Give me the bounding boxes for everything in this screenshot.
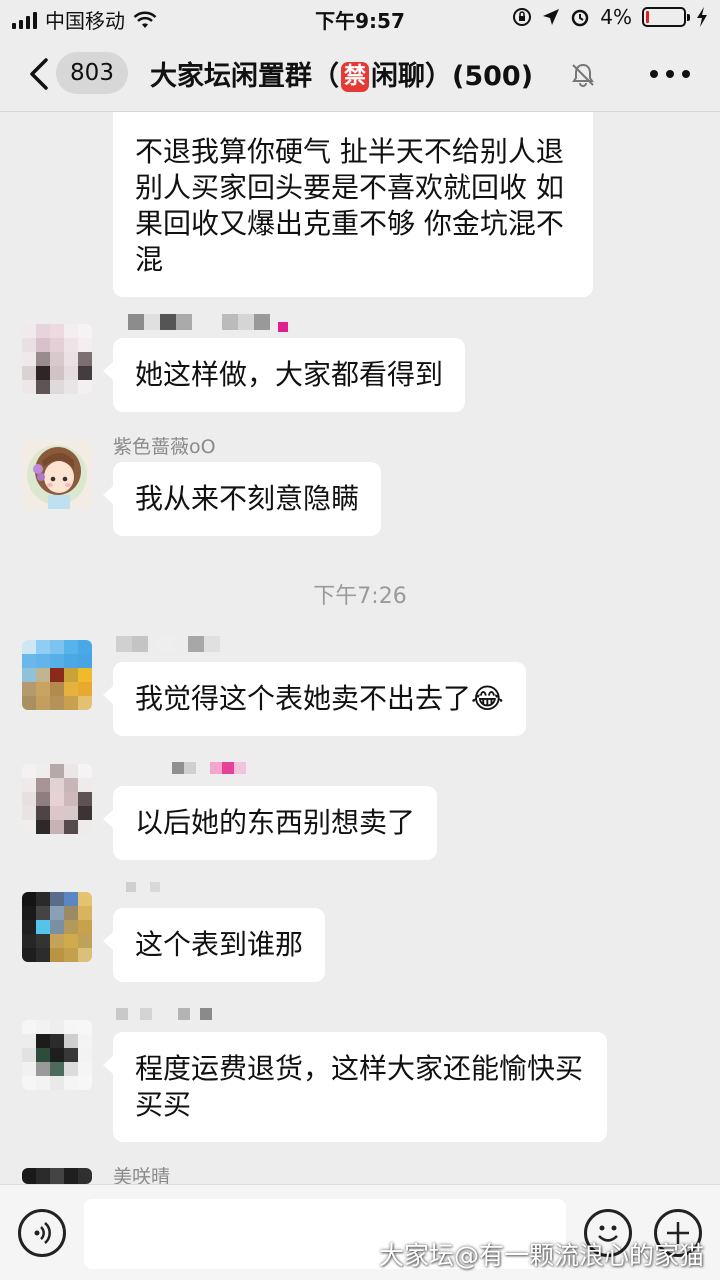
chat-title-prefix: 大家坛闲置群（ — [150, 61, 339, 92]
ban-badge: 禁 — [341, 62, 370, 92]
message-text: 我觉得这个表她卖不出去了 — [135, 682, 472, 715]
message-bubble: 程度运费退货，这样大家还能愉快买买买 — [103, 1032, 607, 1142]
message-text: 以后她的东西别想卖了 — [135, 806, 416, 839]
rotation-lock-icon — [513, 8, 532, 26]
nav-bar: 803 大家坛闲置群（禁闲聊）(500) — [0, 36, 720, 112]
message-bubble: 以后她的东西别想卖了 — [102, 786, 438, 860]
message-text: 不退我算你硬气 扯半天不给别人退 别人买家回头要是不喜欢就回收 如果回收又爆出克… — [135, 135, 564, 276]
status-right: 4% — [512, 5, 708, 29]
sender-name-redacted — [116, 636, 236, 652]
avatar[interactable] — [22, 892, 92, 962]
message-bubble: 她这样做，大家都看得到 — [102, 338, 466, 412]
avatar[interactable] — [22, 1020, 92, 1090]
battery-percent: 4% — [600, 5, 632, 29]
avatar[interactable] — [22, 764, 92, 834]
message-bubble: 我从来不刻意隐瞒 — [102, 462, 382, 536]
sender-name-redacted — [116, 1008, 212, 1024]
avatar[interactable] — [22, 1168, 92, 1184]
message-text: 她这样做，大家都看得到 — [135, 358, 444, 391]
back-arrow-icon[interactable] — [24, 54, 58, 94]
time-separator: 下午7:26 — [313, 584, 407, 609]
mute-bell-icon — [572, 63, 594, 87]
watermark: 大家坛@有一颗流浪心的家猫 — [378, 1241, 704, 1270]
girl-avatar-icon — [22, 439, 92, 509]
message-text: 我从来不刻意隐瞒 — [135, 482, 360, 515]
battery-icon — [642, 7, 690, 27]
chat-title-suffix: 闲聊）(500) — [371, 61, 534, 92]
voice-icon — [34, 1222, 51, 1244]
unread-count-badge[interactable]: 803 — [56, 52, 128, 94]
location-icon — [543, 9, 560, 25]
avatar[interactable] — [22, 324, 92, 394]
status-bar: 中国移动 下午9:57 4% — [0, 0, 720, 36]
sender-name-redacted — [172, 762, 246, 778]
charging-icon — [697, 7, 707, 27]
chat-area[interactable]: 不退我算你硬气 扯半天不给别人退 别人买家回头要是不喜欢就回收 如果回收又爆出克… — [0, 112, 720, 1184]
message-bubble: 我觉得这个表她卖不出去了😂 — [103, 662, 526, 736]
alarm-icon — [572, 9, 589, 27]
sender-name-redacted — [128, 314, 288, 332]
avatar[interactable] — [22, 640, 92, 710]
message-text: 这个表到谁那 — [135, 928, 304, 961]
sender-name-redacted — [126, 882, 160, 898]
message-bubble: 不退我算你硬气 扯半天不给别人退 别人买家回头要是不喜欢就回收 如果回收又爆出克… — [113, 112, 593, 297]
avatar[interactable] — [22, 439, 92, 509]
message-text: 程度运费退货，这样大家还能愉快买买买 — [135, 1052, 584, 1121]
voice-input-button[interactable] — [18, 1209, 66, 1257]
more-options-icon[interactable] — [650, 70, 690, 78]
sender-name: 美咲晴 — [113, 1166, 171, 1184]
message-bubble: 这个表到谁那 — [102, 908, 326, 982]
laughing-tears-emoji-icon: 😂 — [471, 682, 504, 715]
chat-title[interactable]: 大家坛闲置群（禁闲聊）(500) — [150, 54, 533, 93]
sender-name: 紫色蔷薇oO — [113, 436, 216, 458]
